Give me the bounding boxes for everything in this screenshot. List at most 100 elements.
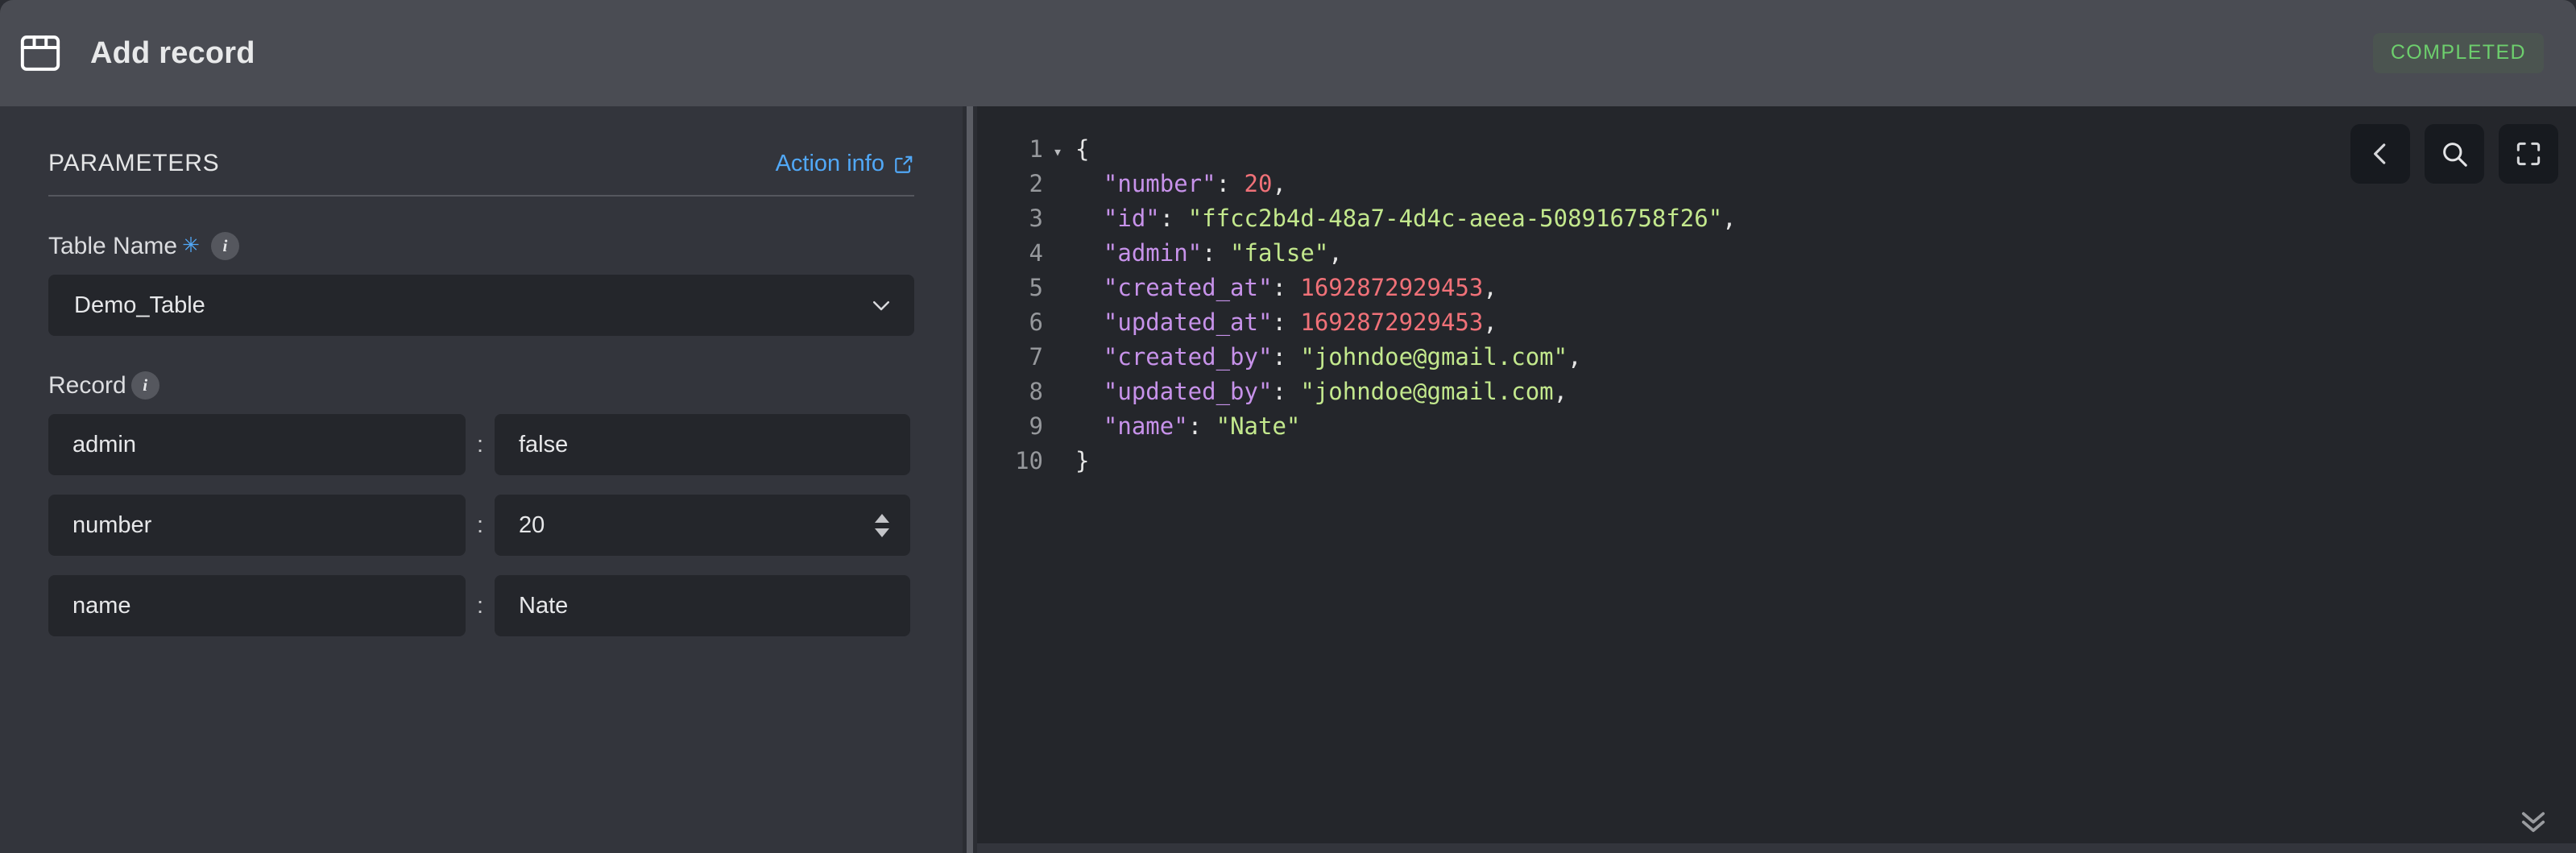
code-line-text: "updated_at": 1692872929453, [1069, 305, 2576, 340]
table-name-selected-value: Demo_Table [74, 292, 205, 318]
code-line-number: 3 [1029, 205, 1043, 232]
code-token-key: "updated_at" [1075, 308, 1273, 336]
code-line: 3 "id": "ffcc2b4d-48a7-4d4c-aeea-5089167… [977, 201, 2576, 236]
code-token-key: "updated_by" [1075, 378, 1273, 405]
panel-bottom-strip [977, 843, 2576, 853]
code-line-number: 6 [1029, 308, 1043, 336]
code-line: 9 "name": "Nate" [977, 409, 2576, 444]
code-line-text: "created_at": 1692872929453, [1069, 271, 2576, 305]
stepper-up-icon[interactable] [875, 513, 889, 523]
chevron-down-icon [869, 293, 893, 317]
code-token-str: "Nate" [1216, 412, 1301, 440]
table-name-info-circle-icon[interactable]: i [210, 232, 239, 260]
external-link-icon [893, 154, 914, 175]
record-value-text: Nate [519, 592, 569, 619]
record-label: Record [48, 371, 126, 399]
quantity-stepper[interactable] [873, 513, 891, 537]
json-code-viewer[interactable]: 1 ▾{2 "number": 20, 3 "id": "ffcc2b4d-48a7… [977, 106, 2576, 853]
response-json-panel: 1 ▾{2 "number": 20, 3 "id": "ffcc2b4d-48a7… [977, 106, 2576, 853]
collapse-button[interactable] [2350, 124, 2410, 184]
code-line-text: } [1069, 444, 2576, 478]
code-token-key: "id" [1075, 205, 1160, 232]
code-token-punct: : [1216, 170, 1245, 197]
chevron-left-icon [2365, 139, 2396, 169]
code-token-punct: , [1568, 343, 1582, 371]
field-record: Record i admin : false number: 20 name … [48, 371, 914, 636]
code-line: 8 "updated_by": "johndoe@gmail.com, [977, 375, 2576, 409]
code-line-number: 4 [1029, 239, 1043, 267]
record-key-input[interactable]: number [48, 495, 466, 556]
code-line-text: "name": "Nate" [1069, 409, 2576, 444]
code-token-key: "name" [1075, 412, 1188, 440]
table-row: admin : false [48, 414, 914, 475]
code-toolbar [2350, 124, 2558, 184]
table-name-select[interactable]: Demo_Table [48, 275, 914, 336]
add-record-window: Add record COMPLETED PARAMETERS Action i… [0, 0, 2576, 853]
code-token-num: 1692872929453 [1300, 308, 1484, 336]
code-line-text: "updated_by": "johndoe@gmail.com, [1069, 375, 2576, 409]
record-separator: : [476, 431, 484, 458]
code-token-punct: , [1483, 274, 1497, 301]
window-body: PARAMETERS Action info Table Name ✳ i De… [0, 106, 2576, 853]
code-token-punct: , [1272, 170, 1286, 197]
code-token-punct: : [1272, 378, 1301, 405]
code-token-str: "johndoe@gmail.com [1300, 378, 1554, 405]
code-token-punct: , [1722, 205, 1737, 232]
code-line-number: 9 [1029, 412, 1043, 440]
code-token-str: "false" [1230, 239, 1329, 267]
code-line-text: "id": "ffcc2b4d-48a7-4d4c-aeea-508916758… [1069, 201, 2576, 236]
code-line-number: 2 [1029, 170, 1043, 197]
record-value-number-input[interactable]: 20 [495, 495, 910, 556]
field-table-name: Table Name ✳ i Demo_Table [48, 232, 914, 336]
code-fold-toggle-icon[interactable]: ▾ [1046, 135, 1069, 169]
record-info-circle-icon[interactable]: i [130, 371, 159, 400]
required-asterisk-icon: ✳ [182, 233, 200, 257]
code-token-punct: : [1159, 205, 1188, 232]
code-token-num: 20 [1244, 170, 1273, 197]
record-value-input[interactable]: false [495, 414, 910, 475]
search-button[interactable] [2425, 124, 2484, 184]
code-line-number: 8 [1029, 378, 1043, 405]
window-titlebar: Add record COMPLETED [0, 0, 2576, 106]
code-token-punct: : [1187, 412, 1216, 440]
table-row: name : Nate [48, 575, 914, 636]
code-line-text: "admin": "false", [1069, 236, 2576, 271]
record-value-input[interactable]: Nate [495, 575, 910, 636]
code-token-punct: { [1075, 135, 1090, 163]
fullscreen-button[interactable] [2499, 124, 2558, 184]
record-label-row: Record i [48, 371, 914, 400]
code-token-key: "admin" [1075, 239, 1203, 267]
code-token-key: "created_at" [1075, 274, 1273, 301]
titlebar-right-group: COMPLETED [2372, 33, 2544, 73]
titlebar-left-group: Add record [18, 31, 255, 76]
code-line: 10} [977, 444, 2576, 478]
record-rows: admin : false number : 20 name: Nate [48, 414, 914, 636]
code-token-key: "created_by" [1075, 343, 1273, 371]
parameters-panel: PARAMETERS Action info Table Name ✳ i De… [0, 106, 963, 853]
stepper-down-icon[interactable] [875, 528, 889, 537]
scroll-to-bottom-button[interactable] [2512, 801, 2555, 839]
panel-resize-handle[interactable] [963, 106, 977, 853]
code-token-key: "number" [1075, 170, 1216, 197]
chevron-double-down-icon [2516, 803, 2550, 837]
status-badge: COMPLETED [2372, 33, 2544, 73]
code-token-punct: , [1483, 308, 1497, 336]
record-separator: : [476, 511, 484, 538]
code-line: 6 "updated_at": 1692872929453, [977, 305, 2576, 340]
code-token-str: "ffcc2b4d-48a7-4d4c-aeea-508916758f26" [1187, 205, 1723, 232]
code-line: 2 "number": 20, [977, 167, 2576, 201]
code-token-punct: : [1202, 239, 1231, 267]
code-line-number: 7 [1029, 343, 1043, 371]
parameters-section-title: PARAMETERS [48, 150, 220, 176]
code-token-punct: : [1272, 308, 1301, 336]
code-line: 1 ▾{ [977, 132, 2576, 167]
code-token-punct: : [1272, 343, 1301, 371]
code-line-text: "created_by": "johndoe@gmail.com", [1069, 340, 2576, 375]
code-token-punct: , [1328, 239, 1343, 267]
record-key-input[interactable]: admin [48, 414, 466, 475]
record-key-input[interactable]: name [48, 575, 466, 636]
table-row: number : 20 [48, 495, 914, 556]
action-info-link[interactable]: Action info [776, 151, 914, 177]
search-icon [2439, 139, 2470, 169]
record-value-text: false [519, 431, 569, 458]
